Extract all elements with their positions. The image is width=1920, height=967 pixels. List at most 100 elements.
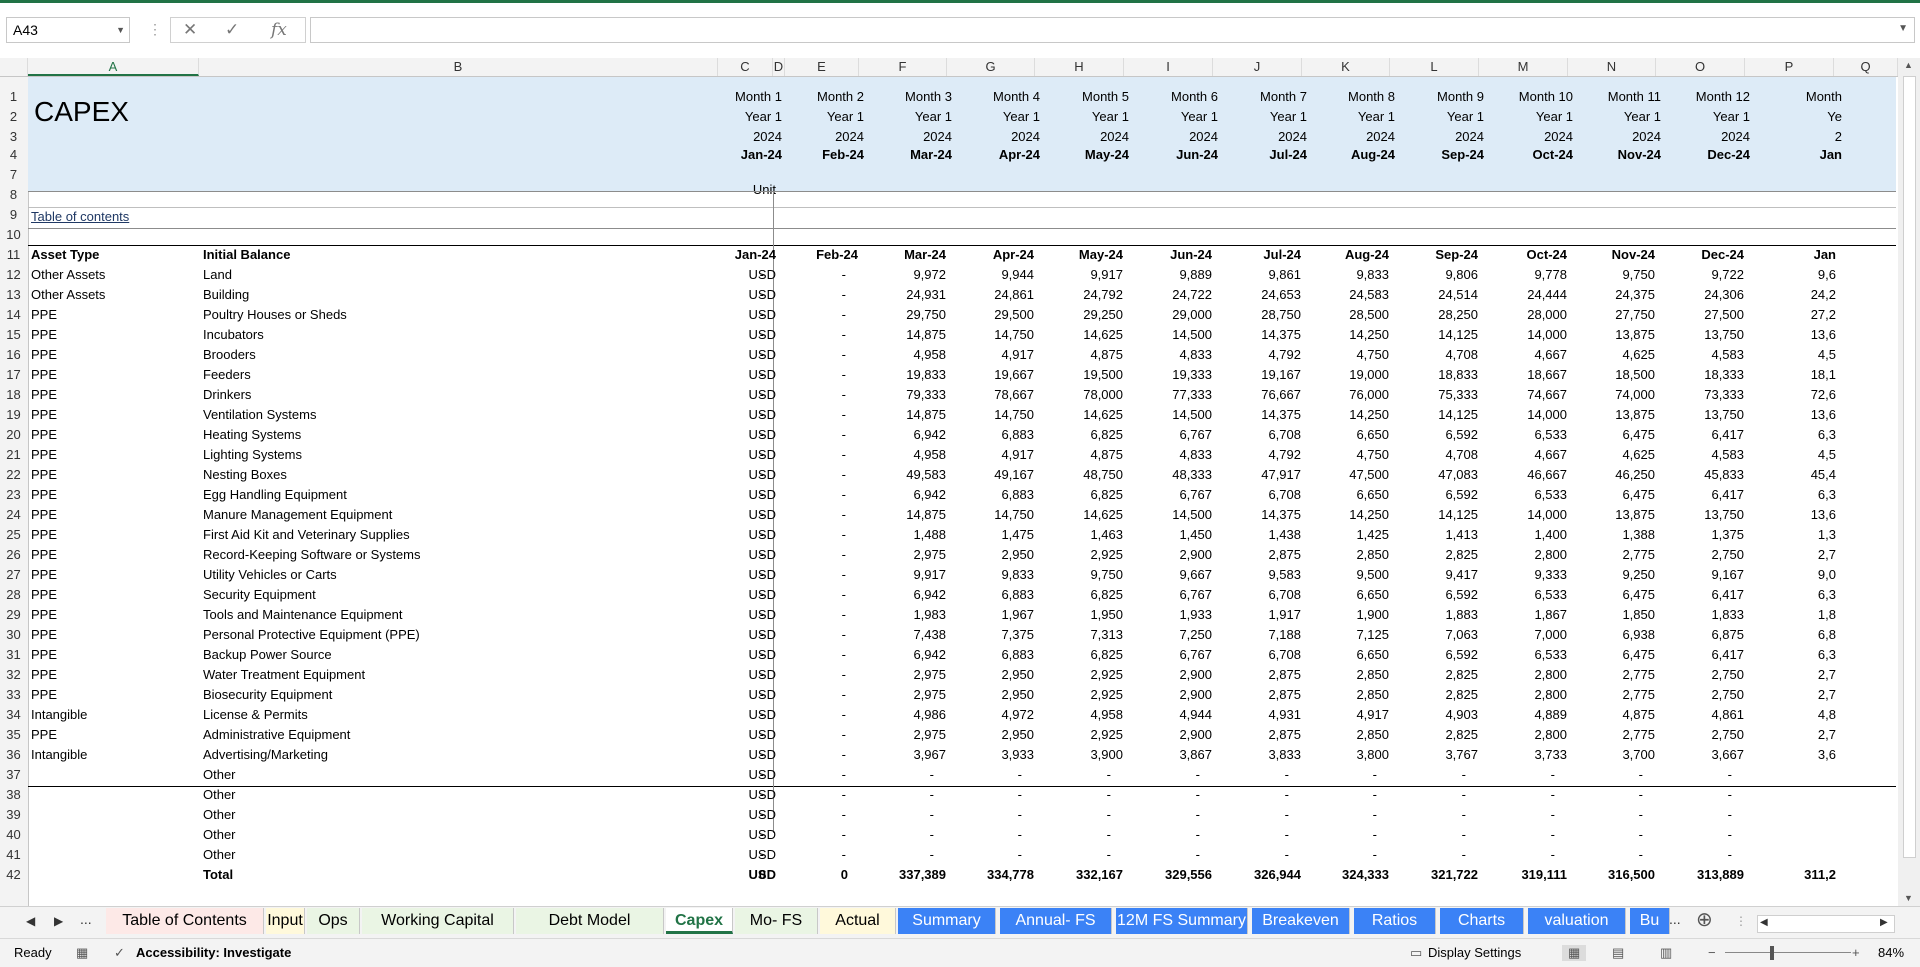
sheet-tab-ratios[interactable]: Ratios	[1354, 908, 1436, 934]
value-cell[interactable]: -	[1297, 845, 1377, 865]
total-value-cell[interactable]: 329,556	[1132, 865, 1212, 885]
sheet-tab-table-of-contents[interactable]: Table of Contents	[106, 908, 264, 934]
value-cell[interactable]: 6,708	[1221, 645, 1301, 665]
value-cell[interactable]: 2,7	[1756, 725, 1836, 745]
value-cell[interactable]: -	[684, 325, 764, 345]
value-cell[interactable]: 2,925	[1043, 545, 1123, 565]
value-cell[interactable]: 4,903	[1398, 705, 1478, 725]
value-cell[interactable]: 48,750	[1043, 465, 1123, 485]
asset-type-cell[interactable]: PPE	[31, 685, 191, 705]
asset-type-cell[interactable]	[31, 845, 191, 865]
value-cell[interactable]: 1,463	[1043, 525, 1123, 545]
asset-type-cell[interactable]: PPE	[31, 485, 191, 505]
value-cell[interactable]: -	[684, 265, 764, 285]
value-cell[interactable]: -	[1209, 845, 1289, 865]
value-cell[interactable]: 7,063	[1398, 625, 1478, 645]
value-cell[interactable]: 13,875	[1575, 405, 1655, 425]
column-header-p[interactable]: P	[1745, 58, 1834, 76]
row-header-38[interactable]: 38	[0, 785, 27, 805]
value-cell[interactable]: 2,925	[1043, 685, 1123, 705]
value-cell[interactable]: 19,000	[1309, 365, 1389, 385]
value-cell[interactable]: -	[684, 825, 764, 845]
value-cell[interactable]: 14,750	[954, 405, 1034, 425]
value-cell[interactable]: 2,800	[1487, 545, 1567, 565]
column-header-j[interactable]: J	[1213, 58, 1302, 76]
value-cell[interactable]: 7,438	[866, 625, 946, 645]
scroll-up-icon[interactable]: ▲	[1904, 60, 1913, 70]
splitter-handle-icon[interactable]: ⋮	[1735, 914, 1747, 928]
total-value-cell[interactable]: 311,2	[1756, 865, 1836, 885]
value-cell[interactable]: -	[766, 525, 846, 545]
value-cell[interactable]: 3,833	[1221, 745, 1301, 765]
value-cell[interactable]: 1,983	[866, 605, 946, 625]
value-cell[interactable]: -	[1475, 765, 1555, 785]
value-cell[interactable]: 1,375	[1664, 525, 1744, 545]
select-all-corner[interactable]	[0, 58, 28, 76]
value-cell[interactable]: 13,875	[1575, 325, 1655, 345]
value-cell[interactable]: 7,250	[1132, 625, 1212, 645]
horizontal-scrollbar[interactable]	[1757, 915, 1895, 933]
value-cell[interactable]: 2,7	[1756, 685, 1836, 705]
value-cell[interactable]: 6,3	[1756, 585, 1836, 605]
value-cell[interactable]: 14,125	[1398, 505, 1478, 525]
scroll-thumb[interactable]	[1903, 76, 1916, 858]
sheet-tab-mo-fs[interactable]: Mo- FS	[735, 908, 818, 934]
value-cell[interactable]: 6,475	[1575, 645, 1655, 665]
row-header-18[interactable]: 18	[0, 385, 27, 405]
value-cell[interactable]: -	[684, 585, 764, 605]
value-cell[interactable]: -	[1297, 785, 1377, 805]
value-cell[interactable]: 6,938	[1575, 625, 1655, 645]
value-cell[interactable]: 14,375	[1221, 325, 1301, 345]
value-cell[interactable]: 14,375	[1221, 405, 1301, 425]
value-cell[interactable]: -	[766, 265, 846, 285]
asset-name-cell[interactable]: Other	[203, 805, 603, 825]
value-cell[interactable]: 27,500	[1664, 305, 1744, 325]
value-cell[interactable]: 4,833	[1132, 345, 1212, 365]
asset-type-cell[interactable]: PPE	[31, 645, 191, 665]
value-cell[interactable]: 9,778	[1487, 265, 1567, 285]
sheet-tab-debt-model[interactable]: Debt Model	[516, 908, 664, 934]
value-cell[interactable]: -	[684, 765, 764, 785]
value-cell[interactable]: 14,625	[1043, 405, 1123, 425]
value-cell[interactable]: 14,625	[1043, 505, 1123, 525]
value-cell[interactable]: 6,767	[1132, 485, 1212, 505]
row-header-39[interactable]: 39	[0, 805, 27, 825]
value-cell[interactable]: 2,975	[866, 685, 946, 705]
value-cell[interactable]: -	[684, 645, 764, 665]
value-cell[interactable]: 9,583	[1221, 565, 1301, 585]
value-cell[interactable]: 2,850	[1309, 725, 1389, 745]
value-cell[interactable]: 9,750	[1043, 565, 1123, 585]
value-cell[interactable]: 1,475	[954, 525, 1034, 545]
asset-type-cell[interactable]: PPE	[31, 565, 191, 585]
value-cell[interactable]: 4,5	[1756, 345, 1836, 365]
asset-type-cell[interactable]	[31, 805, 191, 825]
value-cell[interactable]: 3,967	[866, 745, 946, 765]
value-cell[interactable]: 24,931	[866, 285, 946, 305]
value-cell[interactable]: 46,667	[1487, 465, 1567, 485]
asset-type-cell[interactable]: Other Assets	[31, 285, 191, 305]
asset-name-cell[interactable]: Building	[203, 285, 603, 305]
value-cell[interactable]: 2,800	[1487, 685, 1567, 705]
value-cell[interactable]: 78,667	[954, 385, 1034, 405]
value-cell[interactable]: -	[1652, 845, 1732, 865]
value-cell[interactable]: 1,867	[1487, 605, 1567, 625]
value-cell[interactable]: 6,883	[954, 425, 1034, 445]
value-cell[interactable]: -	[766, 425, 846, 445]
value-cell[interactable]: -	[684, 445, 764, 465]
value-cell[interactable]: -	[684, 745, 764, 765]
value-cell[interactable]: 79,333	[866, 385, 946, 405]
macro-record-icon[interactable]: ▦	[76, 945, 88, 961]
value-cell[interactable]: 9,667	[1132, 565, 1212, 585]
value-cell[interactable]: 13,750	[1664, 505, 1744, 525]
asset-type-cell[interactable]: PPE	[31, 465, 191, 485]
value-cell[interactable]: 6,883	[954, 585, 1034, 605]
value-cell[interactable]: 49,167	[954, 465, 1034, 485]
table-of-contents-link[interactable]: Table of contents	[31, 207, 231, 227]
value-cell[interactable]: 2,750	[1664, 725, 1744, 745]
value-cell[interactable]: -	[1209, 805, 1289, 825]
value-cell[interactable]: -	[766, 805, 846, 825]
asset-name-cell[interactable]: Nesting Boxes	[203, 465, 603, 485]
value-cell[interactable]: -	[766, 305, 846, 325]
value-cell[interactable]: 6,417	[1664, 425, 1744, 445]
value-cell[interactable]: 29,000	[1132, 305, 1212, 325]
